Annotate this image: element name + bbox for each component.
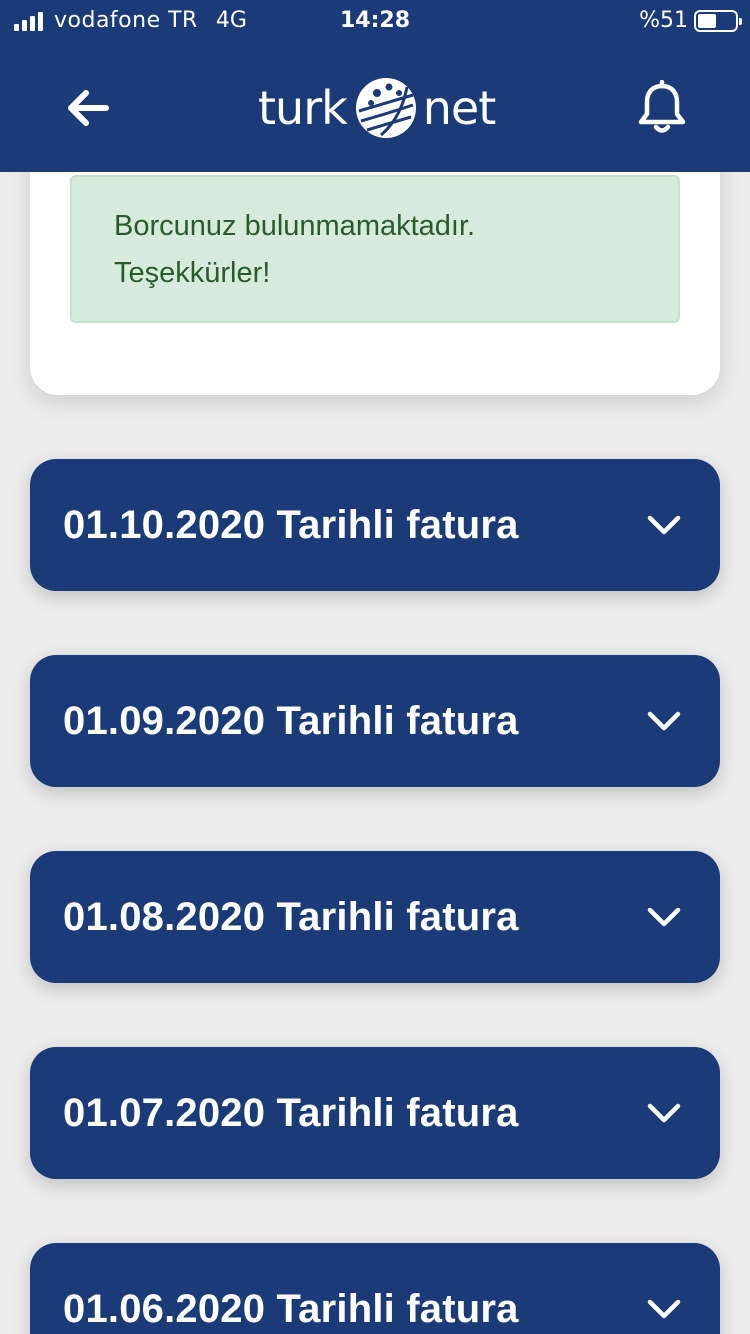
success-alert: Borcunuz bulunmamaktadır. Teşekkürler! (70, 175, 680, 323)
battery-fill (698, 13, 717, 28)
invoice-label: 01.07.2020 Tarihli fatura (63, 1090, 519, 1135)
alert-line-2: Teşekkürler! (114, 257, 271, 289)
invoice-label: 01.09.2020 Tarihli fatura (63, 698, 519, 743)
invoice-row[interactable]: 01.07.2020 Tarihli fatura (30, 1047, 720, 1179)
battery-icon (694, 9, 742, 32)
app-header: turk net (0, 44, 750, 172)
invoice-label: 01.08.2020 Tarihli fatura (63, 894, 519, 939)
bell-icon[interactable] (636, 80, 688, 136)
status-bar: vodafone TR 4G 14:28 %51 (0, 0, 750, 44)
chevron-down-icon (647, 1103, 681, 1123)
chevron-down-icon (647, 907, 681, 927)
invoice-row[interactable]: 01.09.2020 Tarihli fatura (30, 655, 720, 787)
globe-icon (355, 78, 416, 138)
status-time: 14:28 (339, 8, 411, 33)
invoice-row[interactable]: 01.08.2020 Tarihli fatura (30, 851, 720, 983)
arrow-left-icon[interactable] (62, 82, 114, 134)
logo-text-right: net (422, 81, 496, 135)
chevron-down-icon (647, 515, 681, 535)
logo-text-left: turk (258, 81, 348, 135)
invoice-label: 01.10.2020 Tarihli fatura (63, 502, 519, 547)
chevron-down-icon (647, 1299, 681, 1319)
invoice-row[interactable]: 01.06.2020 Tarihli fatura (30, 1243, 720, 1334)
turknet-logo: turk net (258, 68, 496, 148)
chevron-down-icon (647, 711, 681, 731)
invoice-row[interactable]: 01.10.2020 Tarihli fatura (30, 459, 720, 591)
invoice-label: 01.06.2020 Tarihli fatura (63, 1286, 519, 1331)
battery-percent: %51 (639, 8, 688, 33)
alert-line-1: Borcunuz bulunmamaktadır. (114, 210, 476, 242)
status-right: %51 (639, 8, 742, 33)
